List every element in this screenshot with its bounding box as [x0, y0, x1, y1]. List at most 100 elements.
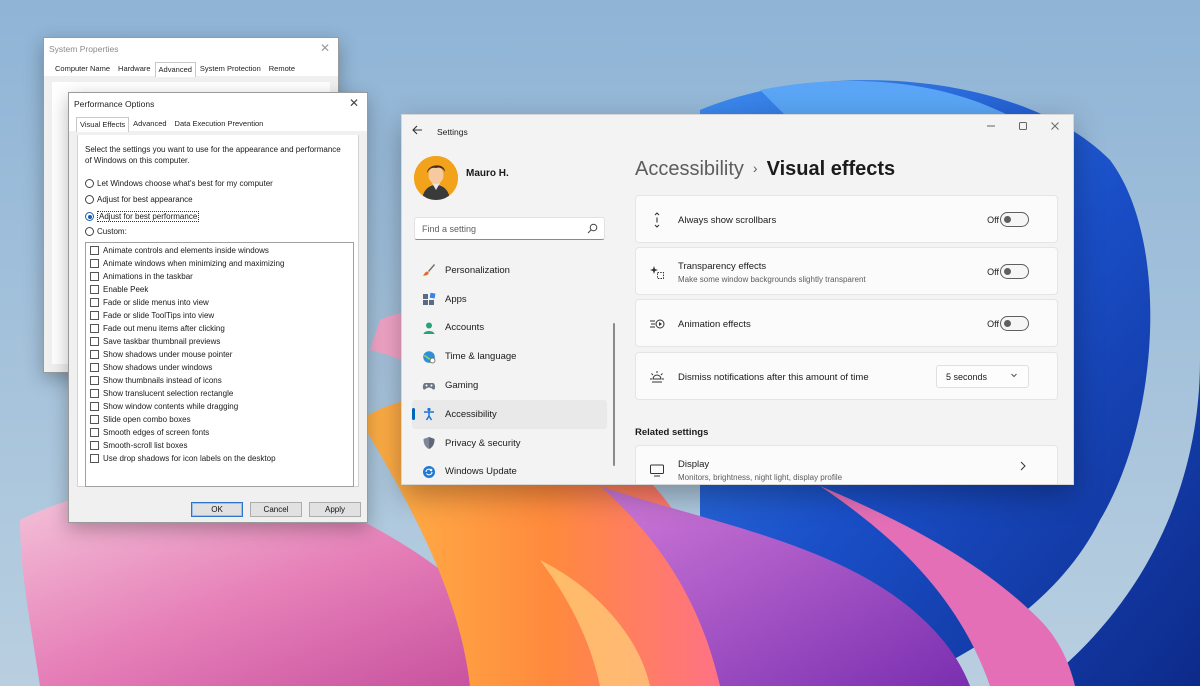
setting-label: Display [678, 459, 710, 470]
sidebar-item-time-language[interactable]: Time & language [412, 342, 607, 371]
radio-let-windows-choose[interactable]: Let Windows choose what's best for my co… [85, 179, 273, 188]
breadcrumb[interactable]: Accessibility [635, 158, 744, 180]
list-item[interactable]: Show thumbnails instead of icons [86, 374, 353, 387]
tab-remote[interactable]: Remote [265, 61, 299, 76]
brush-icon [422, 263, 436, 277]
checkbox[interactable] [90, 337, 99, 346]
checkbox[interactable] [90, 389, 99, 398]
radio-best-appearance[interactable]: Adjust for best appearance [85, 195, 193, 204]
checkbox[interactable] [90, 428, 99, 437]
system-properties-close-button[interactable]: ✕ [318, 41, 332, 55]
list-item[interactable]: Show translucent selection rectangle [86, 387, 353, 400]
sidebar-item-apps[interactable]: Apps [412, 285, 607, 314]
checkbox-label: Show thumbnails instead of icons [103, 376, 222, 385]
radio-button[interactable] [85, 195, 94, 204]
list-item[interactable]: Show shadows under mouse pointer [86, 348, 353, 361]
checkbox[interactable] [90, 311, 99, 320]
checkbox[interactable] [90, 324, 99, 333]
checkbox-label: Enable Peek [103, 285, 149, 294]
ok-button[interactable]: OK [191, 502, 243, 517]
checkbox-label: Animate controls and elements inside win… [103, 246, 269, 255]
list-item[interactable]: Show shadows under windows [86, 361, 353, 374]
sidebar-item-accounts[interactable]: Accounts [412, 314, 607, 343]
radio-custom[interactable]: Custom: [85, 227, 127, 236]
close-icon[interactable] [1045, 121, 1065, 134]
setting-card-scrollbars[interactable]: Always show scrollbars Off [635, 195, 1058, 243]
sidebar-item-label: Apps [445, 293, 467, 305]
notification-duration-dropdown[interactable]: 5 seconds [936, 365, 1029, 388]
transparency-toggle[interactable] [1000, 264, 1029, 279]
tab-hardware[interactable]: Hardware [114, 61, 155, 76]
radio-button[interactable] [85, 179, 94, 188]
list-item[interactable]: Fade out menu items after clicking [86, 322, 353, 335]
list-item[interactable]: Smooth-scroll list boxes [86, 439, 353, 452]
minimize-icon[interactable] [981, 121, 1001, 134]
scrollbars-toggle[interactable] [1000, 212, 1029, 227]
list-item[interactable]: Save taskbar thumbnail previews [86, 335, 353, 348]
performance-options-close-button[interactable]: ✕ [347, 96, 361, 110]
cancel-button[interactable]: Cancel [250, 502, 302, 517]
checkbox[interactable] [90, 376, 99, 385]
back-arrow-icon[interactable] [412, 125, 423, 138]
list-item[interactable]: Fade or slide ToolTips into view [86, 309, 353, 322]
sidebar-item-privacy-security[interactable]: Privacy & security [412, 429, 607, 458]
setting-card-transparency[interactable]: Transparency effects Make some window ba… [635, 247, 1058, 295]
dialog-buttons: OK Cancel Apply [191, 502, 361, 517]
related-settings-heading: Related settings [635, 427, 709, 438]
checkbox[interactable] [90, 402, 99, 411]
list-item[interactable]: Show window contents while dragging [86, 400, 353, 413]
radio-best-performance[interactable]: Adjust for best performance [85, 211, 200, 222]
checkbox[interactable] [90, 259, 99, 268]
radio-button[interactable] [85, 227, 94, 236]
checkbox[interactable] [90, 441, 99, 450]
settings-titlebar[interactable]: Settings [402, 115, 1073, 147]
animation-toggle[interactable] [1000, 316, 1029, 331]
tab-advanced[interactable]: Advanced [154, 62, 196, 77]
checkbox[interactable] [90, 246, 99, 255]
checkbox[interactable] [90, 415, 99, 424]
checkbox[interactable] [90, 350, 99, 359]
checkbox[interactable] [90, 285, 99, 294]
system-properties-titlebar[interactable]: System Properties [44, 38, 338, 60]
checkbox-label: Animate windows when minimizing and maxi… [103, 259, 285, 268]
checkbox[interactable] [90, 363, 99, 372]
list-item[interactable]: Use drop shadows for icon labels on the … [86, 452, 353, 465]
setting-label: Dismiss notifications after this amount … [678, 372, 869, 383]
setting-label: Always show scrollbars [678, 215, 777, 226]
list-item[interactable]: Animate windows when minimizing and maxi… [86, 257, 353, 270]
list-item[interactable]: Slide open combo boxes [86, 413, 353, 426]
visual-effects-checklist[interactable]: Animate controls and elements inside win… [85, 242, 354, 487]
checkbox[interactable] [90, 298, 99, 307]
tab-system-protection[interactable]: System Protection [196, 61, 265, 76]
chevron-right-icon [1019, 460, 1027, 474]
search-icon[interactable] [587, 223, 598, 236]
setting-card-notifications[interactable]: Dismiss notifications after this amount … [635, 352, 1058, 400]
list-item[interactable]: Animations in the taskbar [86, 270, 353, 283]
setting-card-animation[interactable]: Animation effects Off [635, 299, 1058, 347]
setting-description: Monitors, brightness, night light, displ… [678, 473, 843, 482]
list-item[interactable]: Animate controls and elements inside win… [86, 244, 353, 257]
tab-visual-effects[interactable]: Visual Effects [76, 117, 130, 132]
list-item[interactable]: Fade or slide menus into view [86, 296, 353, 309]
tab-advanced[interactable]: Advanced [129, 116, 170, 131]
maximize-icon[interactable] [1013, 121, 1033, 134]
setting-card-display[interactable]: Display Monitors, brightness, night ligh… [635, 445, 1058, 484]
sidebar-item-windows-update[interactable]: Windows Update [412, 458, 607, 484]
performance-options-titlebar[interactable]: Performance Options [69, 93, 367, 115]
checkbox[interactable] [90, 272, 99, 281]
settings-app-title: Settings [437, 127, 468, 137]
sidebar-item-accessibility[interactable]: Accessibility [412, 399, 607, 429]
tab-data-execution-prevention[interactable]: Data Execution Prevention [171, 116, 268, 131]
sidebar-item-personalization[interactable]: Personalization [412, 256, 607, 285]
radio-button-selected[interactable] [85, 212, 94, 221]
checkbox[interactable] [90, 454, 99, 463]
list-item[interactable]: Smooth edges of screen fonts [86, 426, 353, 439]
tab-computer-name[interactable]: Computer Name [51, 61, 114, 76]
nav-scrollbar[interactable] [613, 323, 615, 466]
list-item[interactable]: Enable Peek [86, 283, 353, 296]
system-properties-tabs: Computer Name Hardware Advanced System P… [44, 60, 338, 77]
search-input[interactable]: Find a setting [414, 217, 605, 240]
apply-button[interactable]: Apply [309, 502, 361, 517]
avatar[interactable] [414, 156, 458, 200]
sidebar-item-gaming[interactable]: Gaming [412, 371, 607, 400]
